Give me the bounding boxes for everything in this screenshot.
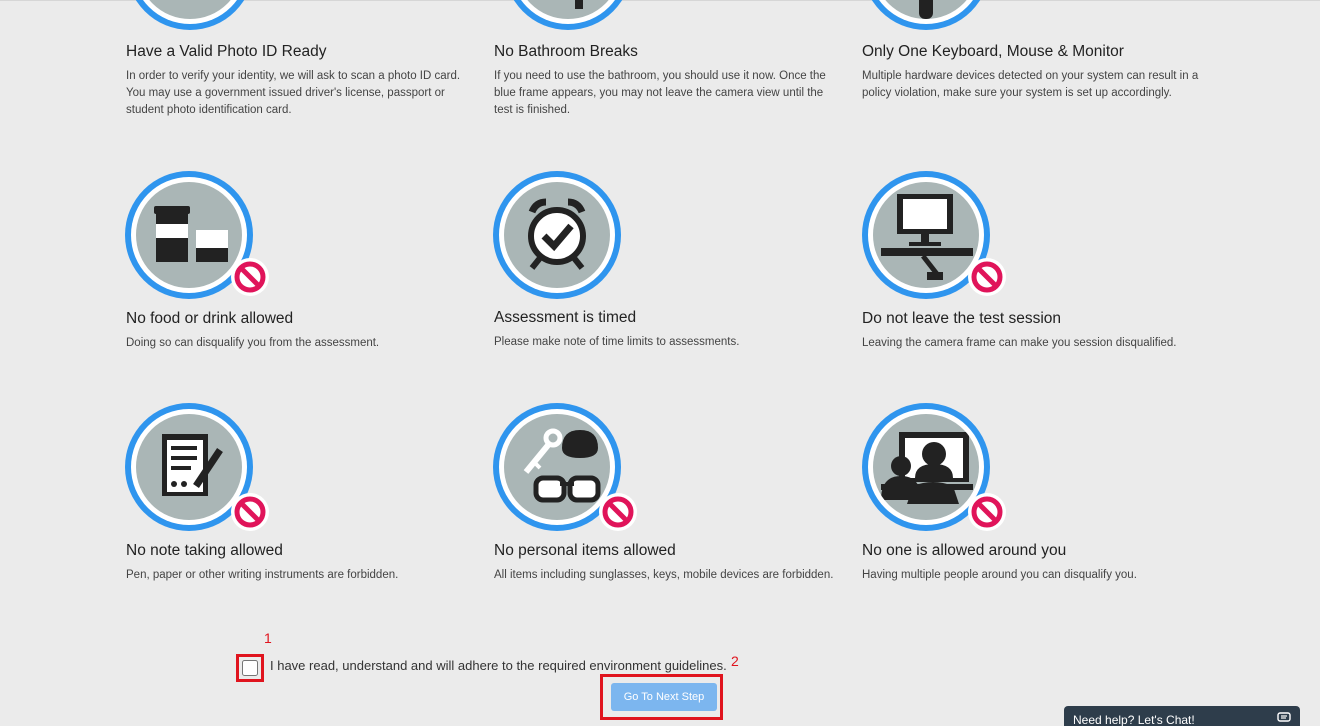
rule-title-notes: No note taking allowed <box>126 542 283 559</box>
forbidden-icon <box>599 493 637 531</box>
rule-desc-notes: Pen, paper or other writing instruments … <box>126 569 399 581</box>
agreement-label[interactable]: I have read, understand and will adhere … <box>270 658 727 673</box>
notepad-pen-icon <box>125 403 269 531</box>
rule-desc-leave: Leaving the camera frame can make you se… <box>862 337 1177 349</box>
rule-desc-hardware: Multiple hardware devices detected on yo… <box>862 70 1199 99</box>
alarm-clock-icon <box>493 171 621 299</box>
rule-title-photo-id: Have a Valid Photo ID Ready <box>126 43 327 60</box>
rule-desc-timed: Please make note of time limits to asses… <box>494 336 740 348</box>
chat-bubble-icon <box>1277 712 1291 722</box>
rule-title-bathroom: No Bathroom Breaks <box>494 43 638 60</box>
agreement-checkbox-frame[interactable] <box>236 654 264 682</box>
rule-title-leave: Do not leave the test session <box>862 310 1062 327</box>
rule-title-hardware: Only One Keyboard, Mouse & Monitor <box>862 43 1124 60</box>
rule-title-timed: Assessment is timed <box>494 309 637 326</box>
people-headset-icon <box>862 403 1006 531</box>
drink-cups-icon <box>125 171 269 299</box>
rule-desc-photo-id: In order to verify your identity, we wil… <box>126 70 461 116</box>
rule-title-food: No food or drink allowed <box>126 310 294 327</box>
mouse-icon <box>862 0 990 30</box>
chat-widget[interactable]: Need help? Let's Chat! <box>1064 706 1300 726</box>
next-step-button-frame: Go To Next Step <box>600 674 723 720</box>
rule-desc-personal: All items including sunglasses, keys, mo… <box>494 569 834 581</box>
rule-desc-people: Having multiple people around you can di… <box>862 569 1137 581</box>
rule-desc-bathroom: If you need to use the bathroom, you sho… <box>494 70 826 116</box>
forbidden-icon <box>968 258 1006 296</box>
annotation-mark-2: 2 <box>731 653 739 669</box>
rule-desc-food: Doing so can disqualify you from the ass… <box>126 337 380 349</box>
rule-title-personal: No personal items allowed <box>494 542 676 559</box>
rule-title-people: No one is allowed around you <box>862 542 1067 559</box>
annotation-mark-1: 1 <box>264 630 272 646</box>
chat-label: Need help? Let's Chat! <box>1073 713 1195 726</box>
forbidden-icon <box>231 493 269 531</box>
personal-items-icon <box>493 403 637 531</box>
bathroom-icon <box>504 0 632 30</box>
go-to-next-step-button[interactable]: Go To Next Step <box>611 683 717 711</box>
id-card-icon <box>126 0 254 30</box>
agreement-checkbox[interactable] <box>242 660 258 676</box>
desk-monitor-icon <box>862 171 1006 299</box>
forbidden-icon <box>231 258 269 296</box>
forbidden-icon <box>968 493 1006 531</box>
